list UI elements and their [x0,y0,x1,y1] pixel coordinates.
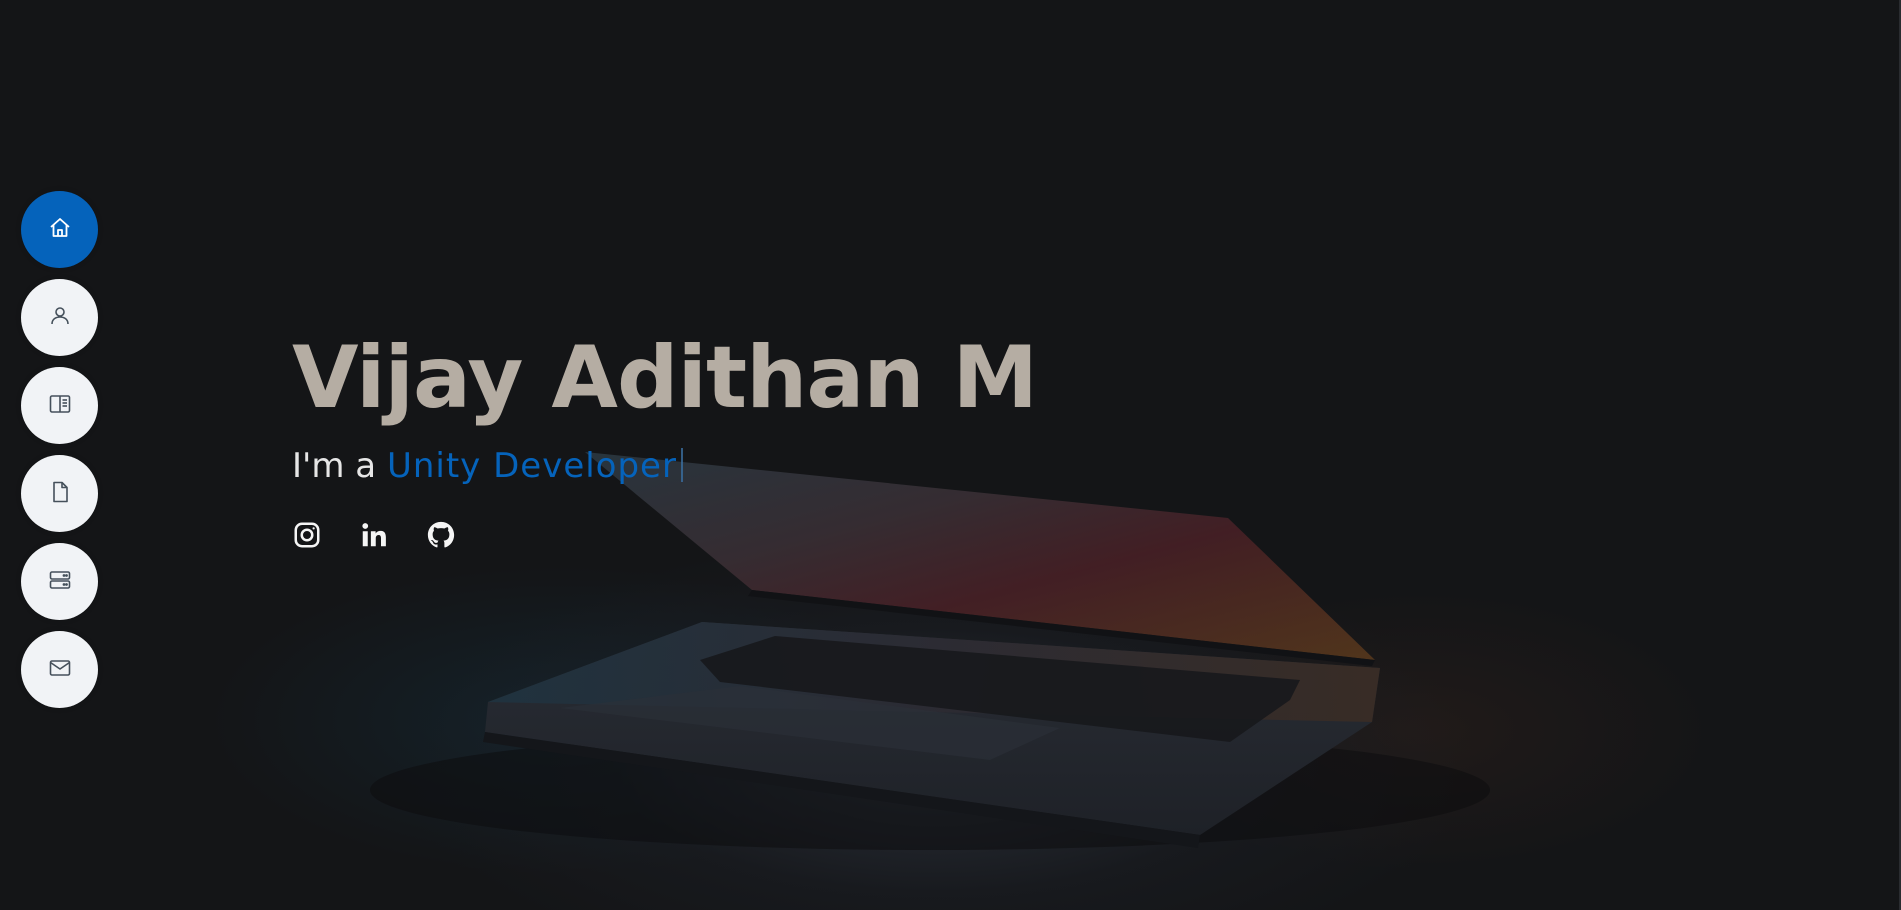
side-nav [21,191,98,708]
nav-services-button[interactable] [21,543,98,620]
server-icon [48,568,72,596]
instagram-icon [292,522,322,554]
typed-cursor [680,448,683,482]
hero-name: Vijay Adithan M [292,328,1038,428]
instagram-link[interactable] [292,520,322,550]
nav-about-button[interactable] [21,279,98,356]
hero-tagline: I'm a Unity Developer [292,444,1037,488]
home-icon [48,216,72,244]
linkedin-icon [359,523,389,554]
nav-resume-button[interactable] [21,367,98,444]
book-icon [48,392,72,420]
typed-role: Unity Developer [386,446,677,486]
envelope-icon [48,656,72,684]
file-icon [48,480,72,508]
hero-section: Vijay Adithan M I'm a Unity Developer [0,0,1901,910]
nav-contact-button[interactable] [21,631,98,708]
nav-home-button[interactable] [21,191,98,268]
person-icon [48,304,72,332]
github-link[interactable] [426,520,456,550]
nav-portfolio-button[interactable] [21,455,98,532]
hero-content: Vijay Adithan M I'm a Unity Developer [292,318,1038,550]
social-links [292,520,1037,550]
github-icon [426,521,456,554]
linkedin-link[interactable] [359,520,389,550]
tagline-prefix: I'm a [292,446,387,486]
